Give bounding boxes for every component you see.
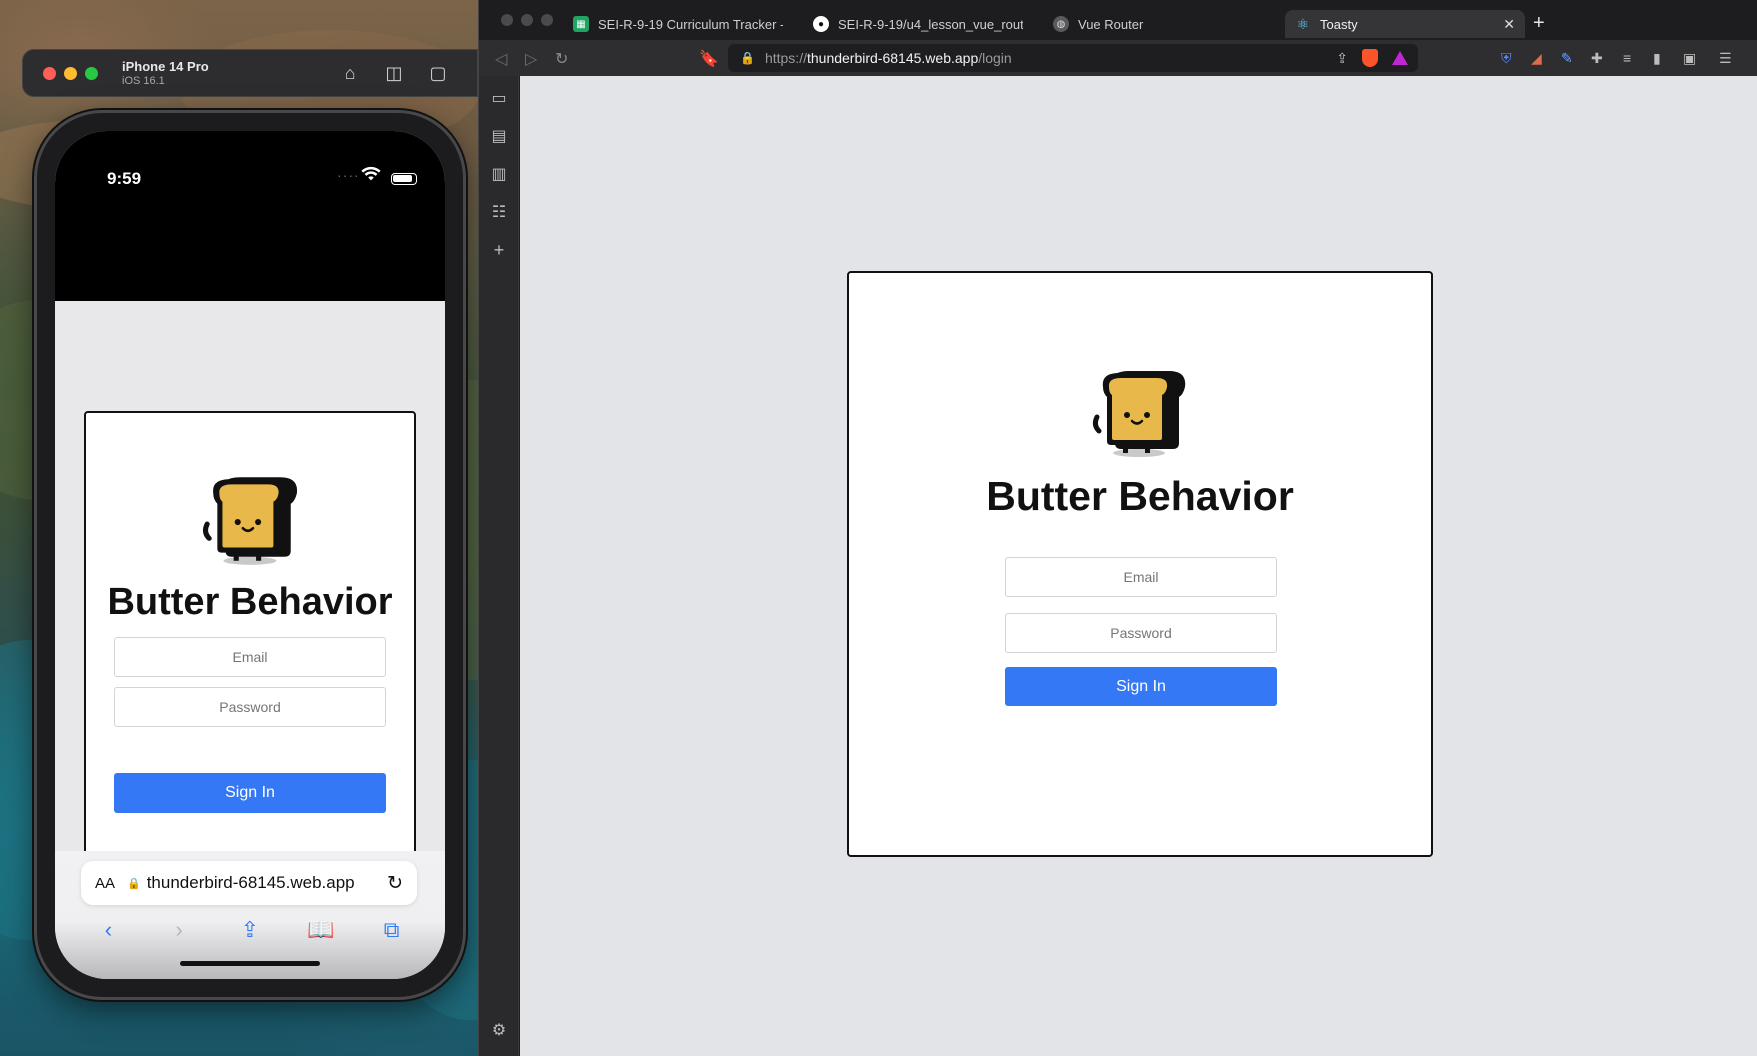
signal-icon: ····	[337, 167, 360, 183]
sign-in-button[interactable]: Sign In	[1005, 667, 1277, 706]
sidebar-toggle-icon[interactable]: ▮	[1653, 50, 1661, 67]
password-field[interactable]	[1005, 613, 1277, 653]
extension-icon[interactable]: ◢	[1531, 50, 1542, 67]
toast-logo-icon	[202, 477, 298, 565]
extensions-puzzle-icon[interactable]: ✚	[1591, 50, 1603, 67]
home-indicator[interactable]	[180, 961, 320, 966]
github-icon: ●	[813, 16, 829, 32]
iphone-screen: 9:59 ···· Butter Behavior Email Sign In …	[55, 131, 445, 979]
email-field[interactable]	[114, 637, 386, 677]
brave-rewards-icon[interactable]	[1392, 51, 1408, 65]
page-content: Butter Behavior Sign In	[520, 76, 1757, 1056]
settings-gear-icon[interactable]: ⚙	[489, 1020, 509, 1040]
close-window-button[interactable]	[501, 14, 513, 26]
zoom-window-button[interactable]	[85, 66, 98, 80]
address-url[interactable]: thunderbird-68145.web.app	[147, 873, 387, 893]
tab-title: SEI-R-9-19 Curriculum Tracker - Go	[598, 16, 783, 32]
reload-icon[interactable]: ↻	[555, 49, 568, 69]
toast-logo-icon	[1092, 371, 1186, 457]
lock-icon: 🔒	[740, 51, 755, 65]
tab-toasty[interactable]: ⚛ Toasty ✕	[1285, 10, 1525, 38]
url-scheme: https://	[764, 50, 807, 66]
reload-icon[interactable]: ↻	[387, 872, 403, 895]
video-icon[interactable]: ▭	[489, 88, 509, 108]
reading-list-icon[interactable]: ☷	[489, 202, 509, 222]
pen-extension-icon[interactable]: ✎	[1561, 50, 1573, 67]
forward-icon[interactable]: ›	[164, 917, 194, 943]
close-tab-icon[interactable]: ✕	[1503, 16, 1515, 33]
menu-icon[interactable]: ☰	[1719, 50, 1732, 67]
back-icon[interactable]: ‹	[93, 917, 123, 943]
globe-icon: ◍	[1053, 16, 1069, 32]
new-tab-button[interactable]: +	[1533, 12, 1545, 35]
sheets-icon: ▦	[573, 16, 589, 32]
status-time: 9:59	[107, 169, 142, 188]
add-icon[interactable]: +	[489, 240, 509, 261]
minimize-window-button[interactable]	[521, 14, 533, 26]
login-card: Butter Behavior Sign In	[847, 271, 1433, 857]
phone-login-card: Butter Behavior Sign In	[84, 411, 416, 927]
app-title: Butter Behavior	[986, 473, 1294, 519]
minimize-window-button[interactable]	[64, 66, 77, 80]
iphone-frame: 9:59 ···· Butter Behavior Email Sign In …	[34, 110, 466, 1000]
reader-text-size-button[interactable]: AA	[95, 875, 127, 892]
brave-shields-icon[interactable]	[1362, 49, 1378, 67]
forward-icon[interactable]: ▷	[525, 49, 537, 69]
tabs-icon[interactable]: ⧉	[377, 917, 407, 943]
battery-icon	[391, 173, 417, 185]
tab-title: Toasty	[1320, 16, 1358, 32]
wallet-icon[interactable]: ▣	[1683, 50, 1696, 67]
device-name: iPhone 14 Pro	[122, 59, 209, 74]
tab-vue-router[interactable]: ◍ Vue Router	[1053, 10, 1263, 38]
status-bar: 9:59 ····	[55, 131, 445, 301]
browser-sidebar: ▭ ▤ ▥ ☷ + ⚙	[479, 76, 519, 1056]
app-title: Butter Behavior	[107, 581, 393, 623]
tab-github-repo[interactable]: ● SEI-R-9-19/u4_lesson_vue_router:	[813, 10, 1023, 38]
zoom-window-button[interactable]	[541, 14, 553, 26]
close-window-button[interactable]	[43, 66, 56, 80]
playlist-icon[interactable]: ≡	[1623, 50, 1631, 66]
wallet-icon[interactable]: ▤	[489, 126, 509, 146]
bitwarden-icon[interactable]: ⛨	[1501, 50, 1512, 67]
share-icon[interactable]: ⇪	[1336, 50, 1348, 67]
dynamic-island	[190, 157, 312, 193]
os-version: iOS 16.1	[122, 75, 165, 87]
url-host: thunderbird-68145.web.app	[806, 50, 979, 66]
simulator-title: iPhone 14 Pro iOS 16.1	[122, 59, 209, 87]
tab-curriculum-tracker[interactable]: ▦ SEI-R-9-19 Curriculum Tracker - Go	[573, 10, 783, 38]
url-path: /login	[978, 50, 1012, 66]
bookmark-icon[interactable]: 🔖	[699, 49, 719, 69]
tab-title: Vue Router	[1078, 16, 1144, 32]
lock-icon: 🔒	[127, 877, 141, 890]
react-icon: ⚛	[1296, 15, 1310, 32]
browser-toolbar: ◁ ▷ ↻ 🔖 🔒 https:// thunderbird-68145.web…	[479, 40, 1757, 76]
wifi-icon	[361, 166, 381, 181]
password-field[interactable]	[114, 687, 386, 727]
back-icon[interactable]: ◁	[495, 49, 507, 69]
bookmarks-icon[interactable]: 📖	[306, 917, 336, 943]
tab-strip: ▦ SEI-R-9-19 Curriculum Tracker - Go ● S…	[479, 0, 1757, 44]
address-bar[interactable]: 🔒 https:// thunderbird-68145.web.app /lo…	[728, 44, 1418, 72]
email-field[interactable]	[1005, 557, 1277, 597]
rotate-icon[interactable]: ▢	[427, 63, 449, 84]
safari-nav: ‹ › ⇪ 📖 ⧉	[55, 917, 445, 943]
simulator-toolbar: iPhone 14 Pro iOS 16.1 ⌂ ◫ ▢	[22, 49, 478, 97]
share-icon[interactable]: ⇪	[235, 917, 265, 943]
home-icon[interactable]: ⌂	[339, 63, 361, 84]
bookmarks-icon[interactable]: ▥	[489, 164, 509, 184]
browser-window: ▦ SEI-R-9-19 Curriculum Tracker - Go ● S…	[478, 0, 1757, 1056]
safari-address-bar[interactable]: AA 🔒 thunderbird-68145.web.app ↻	[81, 861, 417, 905]
sign-in-button[interactable]: Sign In	[114, 773, 386, 813]
screenshot-icon[interactable]: ◫	[383, 63, 405, 84]
safari-bottom-bar: AA 🔒 thunderbird-68145.web.app ↻ ‹ › ⇪ 📖…	[55, 851, 445, 979]
tab-title: SEI-R-9-19/u4_lesson_vue_router:	[838, 16, 1023, 32]
